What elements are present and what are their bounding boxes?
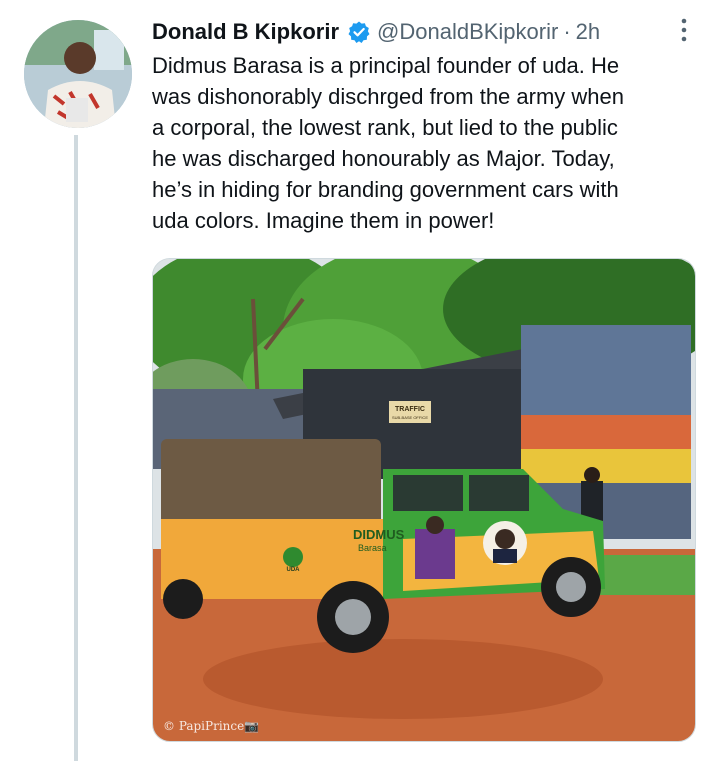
verified-badge-icon bbox=[347, 20, 371, 44]
tweet-photo[interactable]: TRAFFIC SUB-BASE OFFICE DIDMUS Barasa UD… bbox=[152, 258, 696, 742]
separator: · bbox=[563, 19, 571, 44]
tweet-text: Didmus Barasa is a principal founder of … bbox=[152, 53, 625, 233]
traffic-sign-subtext: SUB-BASE OFFICE bbox=[392, 415, 428, 420]
thread-line bbox=[74, 135, 78, 761]
author-handle[interactable]: @DonaldBKipkorir bbox=[377, 16, 558, 48]
photo-scene: TRAFFIC SUB-BASE OFFICE DIDMUS Barasa UD… bbox=[153, 259, 695, 741]
tweet-timestamp[interactable]: 2h bbox=[576, 16, 600, 48]
party-logo-text: UDA bbox=[287, 567, 301, 573]
vehicle-branding: DIDMUS bbox=[353, 527, 405, 542]
more-options-icon[interactable] bbox=[678, 16, 690, 44]
avatar-image bbox=[24, 20, 132, 128]
traffic-sign-text: TRAFFIC bbox=[395, 406, 425, 413]
tweet-header: Donald B Kipkorir @DonaldBKipkorir · 2h bbox=[152, 16, 700, 48]
vehicle-branding-sub: Barasa bbox=[358, 543, 387, 553]
author-name[interactable]: Donald B Kipkorir bbox=[152, 16, 339, 48]
photo-watermark: © PapiPrince📷 bbox=[163, 719, 260, 733]
author-avatar[interactable] bbox=[24, 20, 132, 128]
